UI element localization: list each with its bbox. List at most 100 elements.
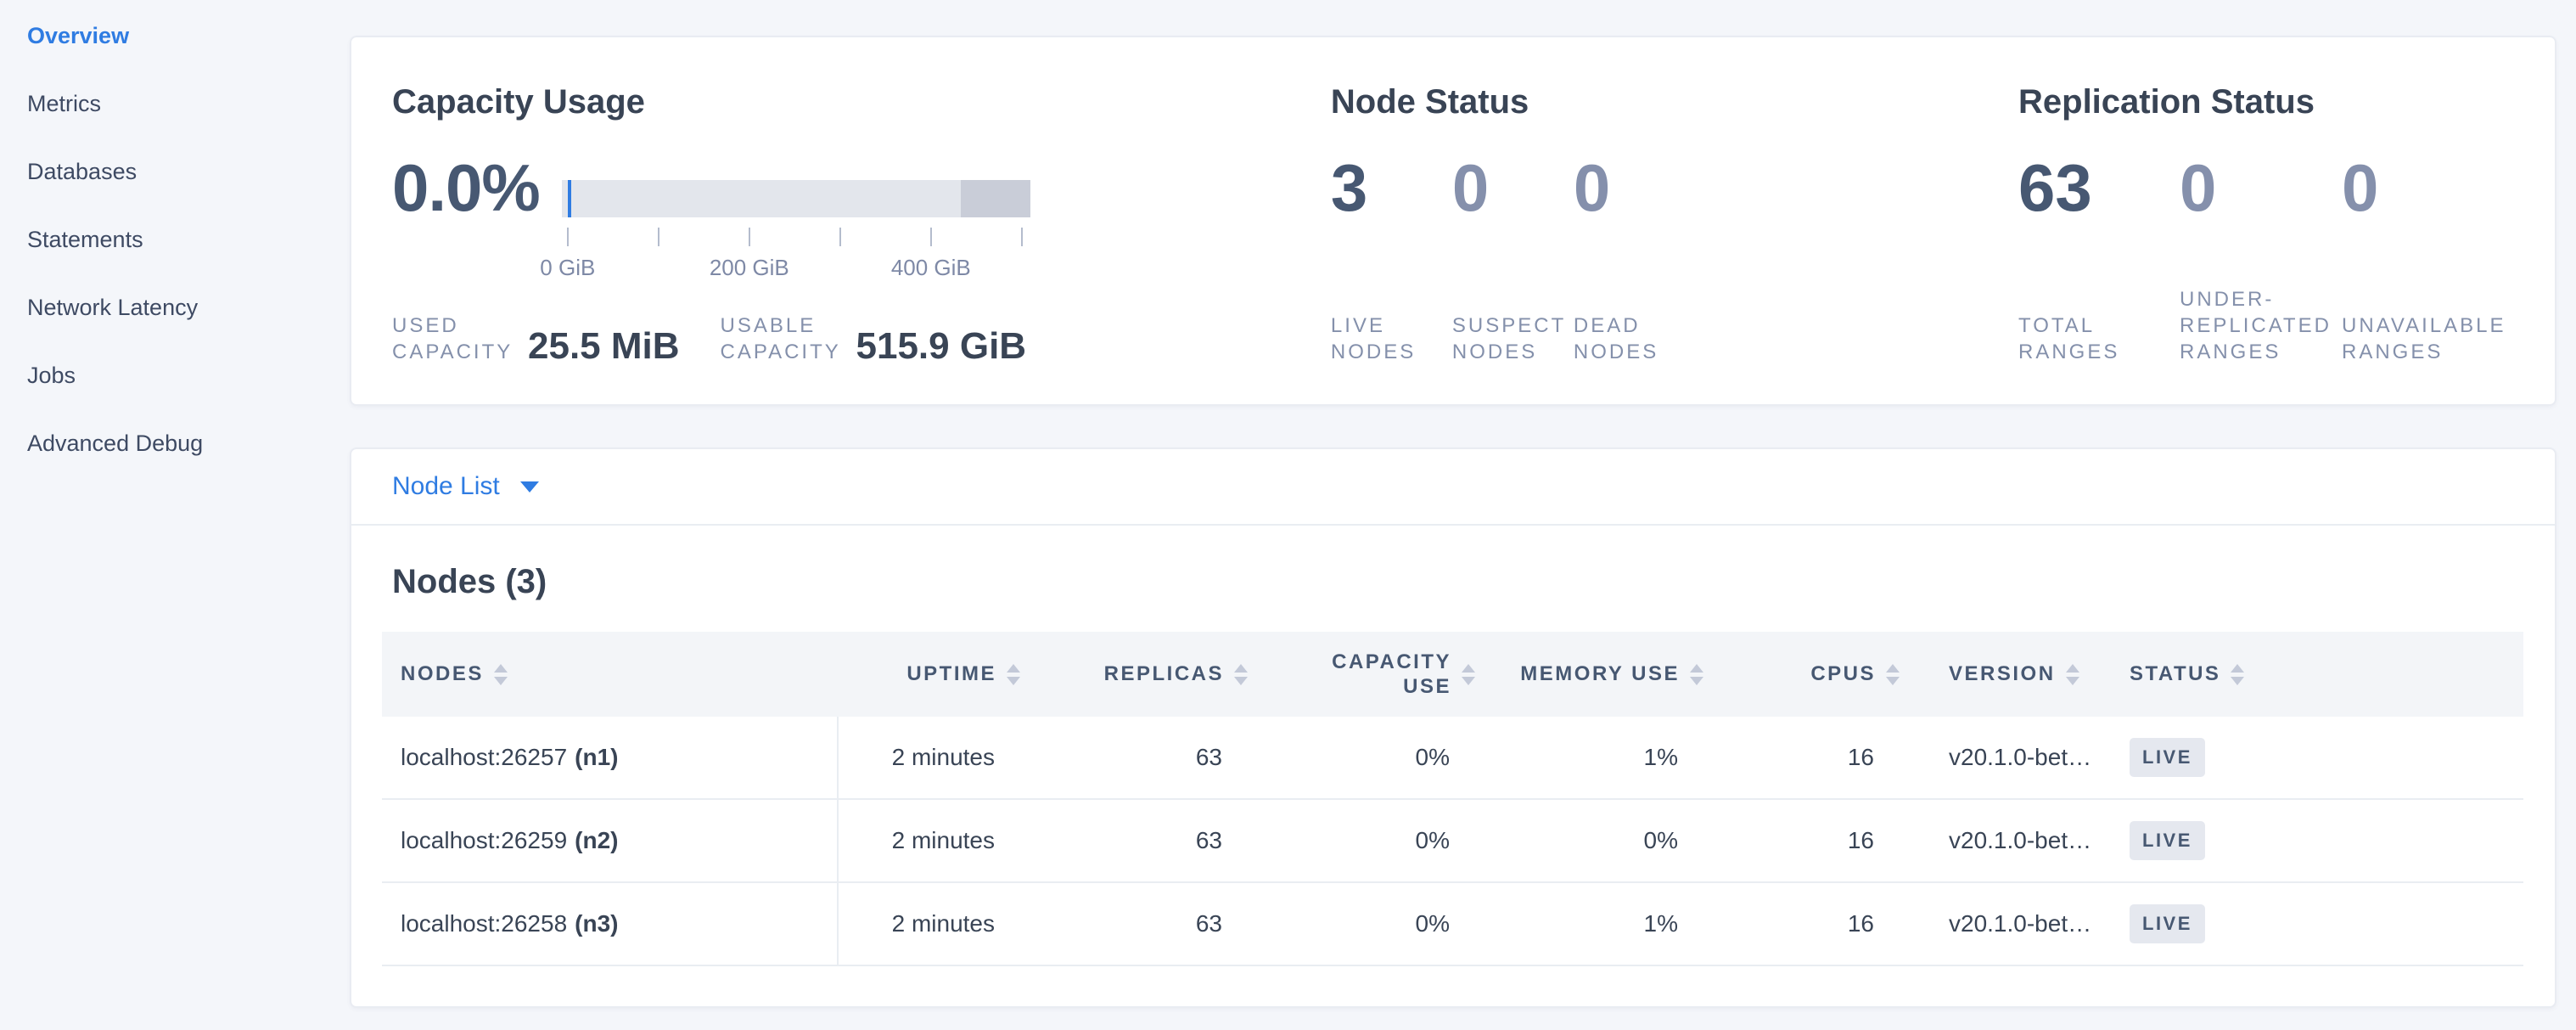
column-header-replicas[interactable]: REPLICAS	[1020, 632, 1248, 717]
column-header-label: VERSION	[1949, 662, 2056, 686]
axis-tick-label: 200 GiB	[710, 255, 789, 281]
sidebar-item-advanced-debug[interactable]: Advanced Debug	[27, 409, 333, 477]
suspect-nodes-count: 0	[1452, 155, 1574, 221]
node-address-cell: localhost:26259 (n2)	[382, 800, 839, 881]
sidebar-item-overview[interactable]: Overview	[27, 2, 333, 70]
capacity-use-cell: 0%	[1248, 800, 1475, 881]
status-cell: LIVE	[2112, 800, 2527, 881]
sort-icon	[494, 664, 508, 685]
version-cell: v20.1.0-bet…	[1900, 800, 2112, 881]
node-address: localhost:26257	[401, 744, 567, 771]
capacity-bar-track	[562, 180, 1030, 217]
sort-icon	[1886, 664, 1900, 685]
column-header-status[interactable]: STATUS	[2112, 632, 2527, 717]
sidebar-item-databases[interactable]: Databases	[27, 138, 333, 205]
version-cell: v20.1.0-bet…	[1900, 717, 2112, 798]
axis-tick-label: 0 GiB	[540, 255, 595, 281]
version-cell: v20.1.0-bet…	[1900, 883, 2112, 965]
axis-tick	[839, 228, 841, 246]
node-address: localhost:26258	[401, 910, 567, 937]
column-header-label: REPLICAS	[1104, 662, 1224, 686]
capacity-use-cell: 0%	[1248, 883, 1475, 965]
column-header-nodes[interactable]: NODES	[382, 632, 839, 717]
status-cell: LIVE	[2112, 883, 2527, 965]
memory-use-cell: 1%	[1475, 883, 1703, 965]
used-capacity-stat: USED CAPACITY 25.5 MiB	[392, 312, 680, 365]
sort-icon	[1462, 664, 1475, 685]
cpus-cell: 16	[1703, 883, 1900, 965]
nodes-table: NODES UPTIME REPLICAS CAPACITY USE MEMOR…	[382, 632, 2523, 966]
axis-tick	[567, 228, 569, 246]
column-header-uptime[interactable]: UPTIME	[839, 632, 1020, 717]
status-cell: LIVE	[2112, 717, 2527, 798]
uptime-cell: 2 minutes	[839, 800, 1020, 881]
axis-tick	[658, 228, 659, 246]
node-status-title: Node Status	[1331, 83, 2010, 121]
memory-use-cell: 1%	[1475, 717, 1703, 798]
under-replicated-ranges-count: 0	[2180, 155, 2342, 221]
replicas-cell: 63	[1020, 800, 1248, 881]
replication-status-section: Replication Status 63 0 0 TOTAL RANGES U…	[2010, 37, 2555, 404]
node-address-cell: localhost:26257 (n1)	[382, 717, 839, 798]
status-badge: LIVE	[2130, 821, 2205, 860]
cpus-cell: 16	[1703, 717, 1900, 798]
usable-capacity-label: USABLE CAPACITY	[721, 312, 841, 365]
column-header-memory-use[interactable]: MEMORY USE	[1475, 632, 1703, 717]
replicas-cell: 63	[1020, 717, 1248, 798]
capacity-usage-title: Capacity Usage	[392, 83, 1319, 121]
usable-capacity-value: 515.9 GiB	[856, 328, 1027, 365]
replicas-cell: 63	[1020, 883, 1248, 965]
sort-icon	[1690, 664, 1703, 685]
column-header-label: UPTIME	[906, 662, 996, 686]
sidebar: Overview Metrics Databases Statements Ne…	[27, 2, 333, 477]
sidebar-item-metrics[interactable]: Metrics	[27, 70, 333, 138]
sidebar-item-jobs[interactable]: Jobs	[27, 341, 333, 409]
axis-tick-label: 400 GiB	[891, 255, 971, 281]
capacity-bar-reserved-segment	[961, 180, 1030, 217]
view-selector-row: Node List	[351, 449, 2555, 526]
sort-icon	[2231, 664, 2244, 685]
table-row[interactable]: localhost:26259 (n2) 2 minutes 63 0% 0% …	[382, 800, 2523, 883]
capacity-usage-section: Capacity Usage 0.0% 0 GiB	[351, 37, 1319, 404]
column-header-label: CAPACITY USE	[1322, 650, 1451, 699]
used-capacity-value: 25.5 MiB	[528, 328, 680, 365]
status-badge: LIVE	[2130, 738, 2205, 777]
nodes-panel: Node List Nodes (3) NODES UPTIME REPLICA…	[350, 447, 2556, 1008]
column-header-label: STATUS	[2130, 662, 2220, 686]
sidebar-item-statements[interactable]: Statements	[27, 205, 333, 273]
total-ranges-label: TOTAL RANGES	[2018, 312, 2180, 365]
sort-icon	[2066, 664, 2079, 685]
column-header-label: CPUS	[1810, 662, 1876, 686]
table-row[interactable]: localhost:26258 (n3) 2 minutes 63 0% 1% …	[382, 883, 2523, 966]
column-header-label: MEMORY USE	[1520, 662, 1680, 686]
unavailable-ranges-label: UNAVAILABLE RANGES	[2342, 312, 2555, 365]
live-nodes-label: LIVE NODES	[1331, 312, 1452, 365]
node-address-cell: localhost:26258 (n3)	[382, 883, 839, 965]
unavailable-ranges-count: 0	[2342, 155, 2555, 221]
node-address: localhost:26259	[401, 827, 567, 854]
sort-icon	[1234, 664, 1248, 685]
capacity-bar-used-segment	[568, 180, 571, 217]
column-header-version[interactable]: VERSION	[1900, 632, 2112, 717]
column-header-capacity-use[interactable]: CAPACITY USE	[1248, 632, 1475, 717]
node-list-dropdown-label: Node List	[392, 472, 500, 501]
column-header-cpus[interactable]: CPUS	[1703, 632, 1900, 717]
capacity-bar-axis: 0 GiB 200 GiB 400 GiB	[562, 228, 1030, 282]
table-row[interactable]: localhost:26257 (n1) 2 minutes 63 0% 1% …	[382, 717, 2523, 800]
node-id: (n1)	[575, 744, 618, 771]
node-id: (n2)	[575, 827, 618, 854]
axis-tick	[930, 228, 932, 246]
suspect-nodes-label: SUSPECT NODES	[1452, 312, 1574, 365]
sort-icon	[1007, 664, 1020, 685]
replication-status-title: Replication Status	[2018, 83, 2555, 121]
nodes-table-header: NODES UPTIME REPLICAS CAPACITY USE MEMOR…	[382, 632, 2523, 717]
node-list-dropdown[interactable]: Node List	[392, 472, 539, 501]
main-content: Capacity Usage 0.0% 0 GiB	[350, 36, 2556, 1008]
sidebar-item-network-latency[interactable]: Network Latency	[27, 273, 333, 341]
cpus-cell: 16	[1703, 800, 1900, 881]
under-replicated-ranges-label: UNDER-REPLICATED RANGES	[2180, 286, 2342, 365]
uptime-cell: 2 minutes	[839, 883, 1020, 965]
capacity-use-cell: 0%	[1248, 717, 1475, 798]
memory-use-cell: 0%	[1475, 800, 1703, 881]
uptime-cell: 2 minutes	[839, 717, 1020, 798]
